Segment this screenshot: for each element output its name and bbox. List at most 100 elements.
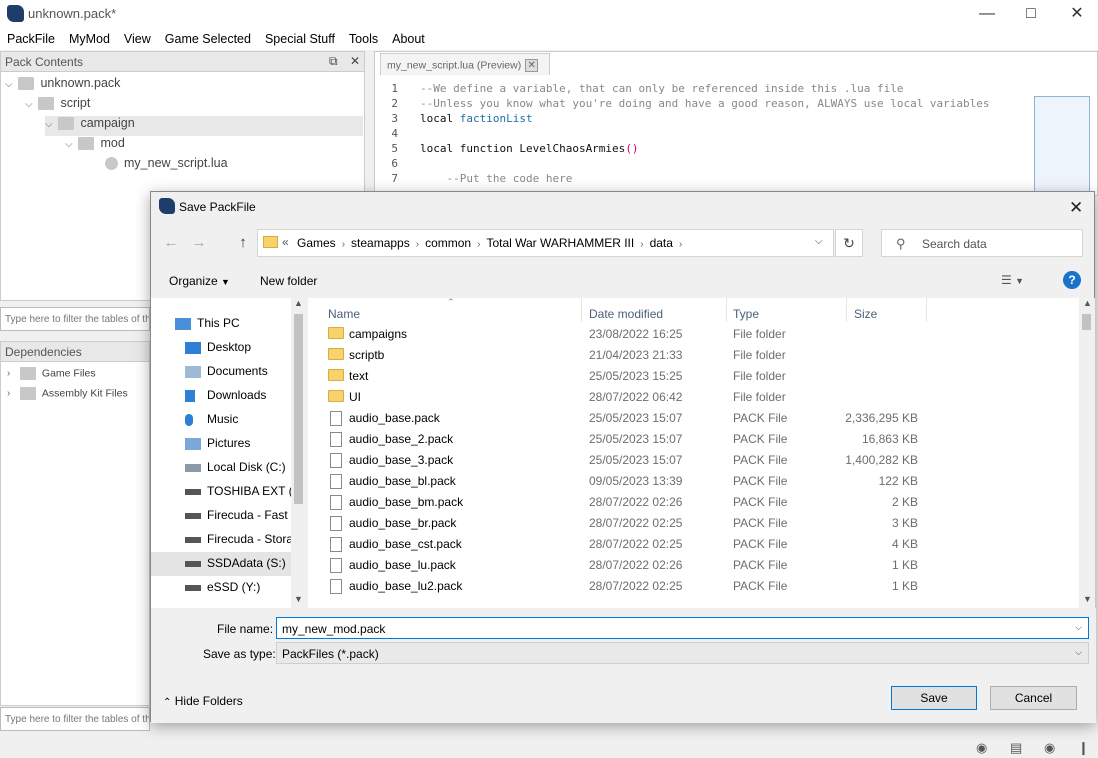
column-header-size[interactable]: Size	[854, 307, 877, 321]
refresh-icon[interactable]: ↻	[835, 229, 863, 257]
chevron-right-icon[interactable]: ›	[474, 239, 483, 250]
panel-close-icon[interactable]: ✕	[350, 54, 360, 68]
scrollbar-thumb[interactable]	[1082, 314, 1091, 330]
file-row[interactable]: text 25/05/2023 15:25 File folder	[308, 366, 1078, 387]
nav-item-toshiba[interactable]: TOSHIBA EXT (F:	[151, 480, 291, 504]
organize-button[interactable]: Organize ▼	[169, 274, 230, 288]
tree-item-script[interactable]: ⌵ script	[25, 96, 363, 116]
breadcrumb-item[interactable]: steamapps	[348, 230, 413, 250]
menu-view[interactable]: View	[117, 28, 158, 50]
maximize-icon[interactable]: □	[1019, 4, 1043, 24]
chevron-down-icon[interactable]: ⌵	[45, 119, 55, 130]
chevron-right-icon[interactable]: ›	[413, 239, 422, 250]
nav-item-this-pc[interactable]: This PC	[151, 312, 291, 336]
overflow-chevron-icon[interactable]: «	[282, 235, 289, 249]
nav-item-ssdadata[interactable]: SSDAdata (S:)	[151, 552, 291, 576]
tab-close-icon[interactable]: ✕	[525, 59, 539, 72]
tree-item-pack[interactable]: ⌵ unknown.pack	[5, 76, 363, 96]
file-row[interactable]: audio_base_bm.pack 28/07/2022 02:26 PACK F…	[308, 492, 1078, 513]
file-row[interactable]: audio_base_2.pack 25/05/2023 15:07 PACK Fi…	[308, 429, 1078, 450]
menu-game-selected[interactable]: Game Selected	[158, 28, 258, 50]
up-arrow-icon[interactable]: ↑	[233, 234, 253, 252]
nav-item-music[interactable]: Music	[151, 408, 291, 432]
menu-packfile[interactable]: PackFile	[0, 28, 62, 50]
scroll-down-icon[interactable]: ▼	[1083, 594, 1092, 604]
column-divider[interactable]	[846, 298, 847, 322]
scrollbar-thumb[interactable]	[294, 314, 303, 504]
minimize-icon[interactable]: —	[975, 4, 999, 24]
column-divider[interactable]	[581, 298, 582, 322]
tree-item-campaign[interactable]: ⌵ campaign	[45, 116, 363, 136]
file-row[interactable]: scriptb 21/04/2023 21:33 File folder	[308, 345, 1078, 366]
cancel-button[interactable]: Cancel	[990, 686, 1077, 710]
menu-about[interactable]: About	[385, 28, 432, 50]
discord-icon[interactable]: ◉	[1044, 740, 1055, 756]
github-icon[interactable]: ◉	[976, 740, 987, 756]
file-row[interactable]: audio_base_lu2.pack 28/07/2022 02:25 PACK …	[308, 576, 1078, 597]
dep-item-assembly-kit[interactable]: › Assembly Kit Files	[7, 387, 128, 407]
chevron-down-icon[interactable]: ⌵	[1075, 622, 1082, 633]
column-header-name[interactable]: Name	[328, 307, 360, 321]
chevron-down-icon[interactable]: ⌵	[1075, 647, 1082, 658]
search-input[interactable]: Search data	[881, 229, 1083, 257]
book-icon[interactable]: ▤	[1010, 740, 1022, 756]
chevron-right-icon[interactable]: ›	[7, 388, 17, 399]
column-divider[interactable]	[726, 298, 727, 322]
new-folder-button[interactable]: New folder	[260, 274, 317, 288]
chevron-down-icon[interactable]: ⌵	[65, 139, 75, 150]
nav-item-desktop[interactable]: Desktop	[151, 336, 291, 360]
file-row[interactable]: audio_base_3.pack 25/05/2023 15:07 PACK Fi…	[308, 450, 1078, 471]
nav-item-pictures[interactable]: Pictures	[151, 432, 291, 456]
pack-filter-input[interactable]: Type here to filter the tables of th	[0, 307, 150, 331]
file-name-input[interactable]: my_new_mod.pack ⌵	[276, 617, 1089, 639]
scroll-down-icon[interactable]: ▼	[294, 594, 303, 604]
breadcrumb-item[interactable]: common	[422, 230, 474, 250]
nav-item-documents[interactable]: Documents	[151, 360, 291, 384]
tree-item-script-file[interactable]: my_new_script.lua	[105, 156, 363, 176]
chevron-down-icon[interactable]: ⌵	[5, 79, 15, 90]
file-row[interactable]: audio_base_br.pack 28/07/2022 02:25 PACK F…	[308, 513, 1078, 534]
scroll-up-icon[interactable]: ▲	[1083, 298, 1092, 308]
breadcrumb-item[interactable]: data	[647, 230, 676, 250]
tab-script-preview[interactable]: my_new_script.lua (Preview) ✕	[380, 53, 550, 75]
file-row[interactable]: UI 28/07/2022 06:42 File folder	[308, 387, 1078, 408]
menu-special-stuff[interactable]: Special Stuff	[258, 28, 342, 50]
file-row[interactable]: audio_base_lu.pack 28/07/2022 02:26 PACK F…	[308, 555, 1078, 576]
nav-item-firecuda-fast[interactable]: Firecuda - Fast (	[151, 504, 291, 528]
hide-folders-button[interactable]: ⌃ Hide Folders	[163, 694, 243, 708]
breadcrumb-item[interactable]: Total War WARHAMMER III	[483, 230, 637, 250]
dep-item-game-files[interactable]: › Game Files	[7, 367, 96, 387]
column-header-type[interactable]: Type	[733, 307, 759, 321]
menu-tools[interactable]: Tools	[342, 28, 385, 50]
address-bar[interactable]: « Games › steamapps › common › Total War WARHA…	[257, 229, 834, 257]
nav-item-essd[interactable]: eSSD (Y:)	[151, 576, 291, 600]
chevron-right-icon[interactable]: ›	[637, 239, 646, 250]
chevron-right-icon[interactable]: ›	[676, 239, 685, 250]
nav-item-firecuda-storage[interactable]: Firecuda - Storag	[151, 528, 291, 552]
save-type-select[interactable]: PackFiles (*.pack) ⌵	[276, 642, 1089, 664]
nav-item-downloads[interactable]: Downloads	[151, 384, 291, 408]
scroll-up-icon[interactable]: ▲	[294, 298, 303, 308]
file-list-scrollbar[interactable]: ▲ ▼	[1079, 298, 1095, 608]
dependencies-filter-input[interactable]: Type here to filter the tables of th	[0, 707, 150, 731]
close-window-icon[interactable]: ✕	[1065, 4, 1089, 24]
file-row[interactable]: audio_base_cst.pack 28/07/2022 02:25 PACK …	[308, 534, 1078, 555]
undock-icon[interactable]: ⧉	[329, 54, 338, 69]
back-arrow-icon[interactable]: ←	[161, 234, 181, 252]
file-row[interactable]: audio_base.pack 25/05/2023 15:07 PACK File…	[308, 408, 1078, 429]
view-options-icon[interactable]: ☰ ▼	[1001, 273, 1024, 287]
tree-item-mod[interactable]: ⌵ mod	[65, 136, 363, 156]
patreon-icon[interactable]: ❙	[1078, 740, 1089, 756]
chevron-right-icon[interactable]: ›	[7, 368, 17, 379]
code-minimap[interactable]	[1034, 96, 1090, 192]
chevron-right-icon[interactable]: ›	[339, 239, 348, 250]
menu-mymod[interactable]: MyMod	[62, 28, 117, 50]
column-header-date[interactable]: Date modified	[589, 307, 663, 321]
nav-scrollbar[interactable]: ▲ ▼	[291, 298, 306, 608]
nav-item-local-disk[interactable]: Local Disk (C:)	[151, 456, 291, 480]
help-icon[interactable]: ?	[1063, 271, 1081, 289]
save-button[interactable]: Save	[891, 686, 977, 710]
breadcrumb-item[interactable]: Games	[294, 230, 339, 250]
dialog-close-icon[interactable]: ✕	[1069, 198, 1083, 218]
column-divider[interactable]	[926, 298, 927, 322]
